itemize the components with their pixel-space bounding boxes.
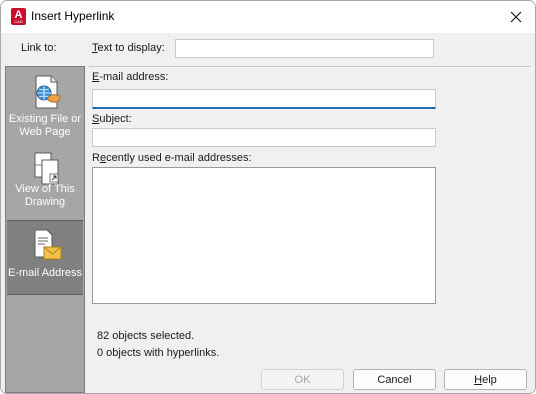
text-to-display-label-rest: ext to display: — [97, 42, 165, 54]
email-address-field[interactable] — [92, 89, 436, 109]
email-address-label-rest: -mail address: — [99, 71, 169, 83]
title-bar: A CAD Insert Hyperlink — [1, 1, 535, 33]
email-icon — [34, 229, 62, 260]
globe-file-icon — [35, 75, 61, 109]
help-button-rest: elp — [482, 373, 497, 386]
recent-emails-label-rest: cently used e-mail addresses: — [106, 152, 252, 164]
hyperlink-count-text: 0 objects with hyperlinks. — [97, 347, 220, 359]
app-logo-icon: A CAD — [11, 8, 26, 25]
subject-label: Subject: — [92, 113, 132, 125]
help-button-key: H — [474, 373, 483, 386]
link-to-email-address[interactable]: E-mail Address — [7, 220, 83, 295]
link-item-label-line1: E-mail Address — [8, 267, 82, 279]
close-button[interactable] — [503, 5, 529, 29]
divider — [89, 66, 531, 67]
ok-button[interactable]: OK — [261, 369, 344, 390]
text-to-display-label: Text to display: — [92, 42, 165, 54]
link-to-existing-file[interactable]: Existing File or Web Page — [7, 69, 83, 144]
recent-emails-list[interactable] — [92, 167, 436, 304]
insert-hyperlink-dialog: A CAD Insert Hyperlink Link to: Existing… — [0, 0, 536, 394]
selection-count-text: 82 objects selected. — [97, 330, 195, 342]
link-to-panel: Existing File or Web Page View of This D… — [5, 66, 85, 393]
link-item-label-line2: Web Page — [19, 126, 71, 138]
link-to-view-of-drawing[interactable]: View of This Drawing — [7, 146, 83, 221]
email-address-label: E-mail address: — [92, 71, 168, 83]
recent-emails-label: Recently used e-mail addresses: — [92, 152, 252, 164]
close-icon — [510, 11, 522, 23]
link-to-label: Link to: — [21, 42, 57, 54]
help-button[interactable]: Help — [444, 369, 527, 390]
link-item-label-line1: Existing File or — [8, 113, 82, 125]
link-item-label-line1: View of This — [15, 183, 75, 195]
cancel-button[interactable]: Cancel — [353, 369, 436, 390]
subject-field[interactable] — [92, 128, 436, 147]
subject-label-rest: ubject: — [99, 113, 132, 125]
drawing-view-icon — [34, 152, 59, 185]
link-item-label-line2: Drawing — [24, 196, 66, 208]
window-title: Insert Hyperlink — [31, 9, 115, 23]
text-to-display-field[interactable] — [175, 39, 434, 58]
dialog-body: Link to: Existing File or Web Page View … — [1, 33, 535, 393]
recent-emails-label-first: R — [92, 152, 100, 164]
app-logo-caption: CAD — [14, 19, 23, 24]
